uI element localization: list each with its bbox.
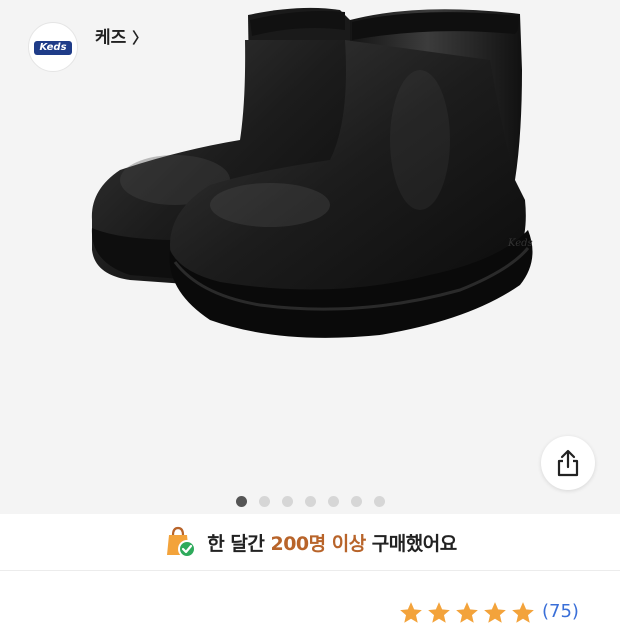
star-icon xyxy=(428,602,450,623)
gallery-pagination xyxy=(0,494,620,508)
gallery-dot[interactable] xyxy=(235,495,247,507)
gallery-dot[interactable] xyxy=(373,495,385,507)
star-icon xyxy=(512,602,534,623)
brand-logo-text: Keds xyxy=(34,41,72,55)
product-image-boots: Keds xyxy=(91,7,533,338)
share-button[interactable] xyxy=(541,436,595,490)
svg-text:Keds: Keds xyxy=(507,238,533,249)
gallery-dot[interactable] xyxy=(350,495,362,507)
star-icon xyxy=(400,602,422,623)
gallery-dot[interactable] xyxy=(304,495,316,507)
purchase-count-banner: 한 달간 200명 이상 구매했어요 xyxy=(0,514,620,571)
rating-summary[interactable]: (75) xyxy=(398,600,579,626)
purchase-count-highlight: 200명 이상 xyxy=(270,532,366,555)
chevron-right-icon: 〉 xyxy=(132,29,148,47)
share-icon xyxy=(557,449,579,477)
star-icon xyxy=(484,602,506,623)
brand-link[interactable]: 케즈 〉 xyxy=(95,23,147,48)
product-image-gallery[interactable]: Keds xyxy=(0,0,620,514)
star-icon xyxy=(456,602,478,623)
review-count-link[interactable]: (75) xyxy=(542,601,579,622)
gallery-dot[interactable] xyxy=(327,495,339,507)
gallery-dot[interactable] xyxy=(258,495,270,507)
gallery-dot[interactable] xyxy=(281,495,293,507)
purchase-count-text: 한 달간 200명 이상 구매했어요 xyxy=(207,532,457,555)
shopping-bag-check-icon xyxy=(167,526,197,558)
brand-name: 케즈 xyxy=(95,28,127,48)
brand-logo[interactable]: Keds xyxy=(28,22,78,72)
